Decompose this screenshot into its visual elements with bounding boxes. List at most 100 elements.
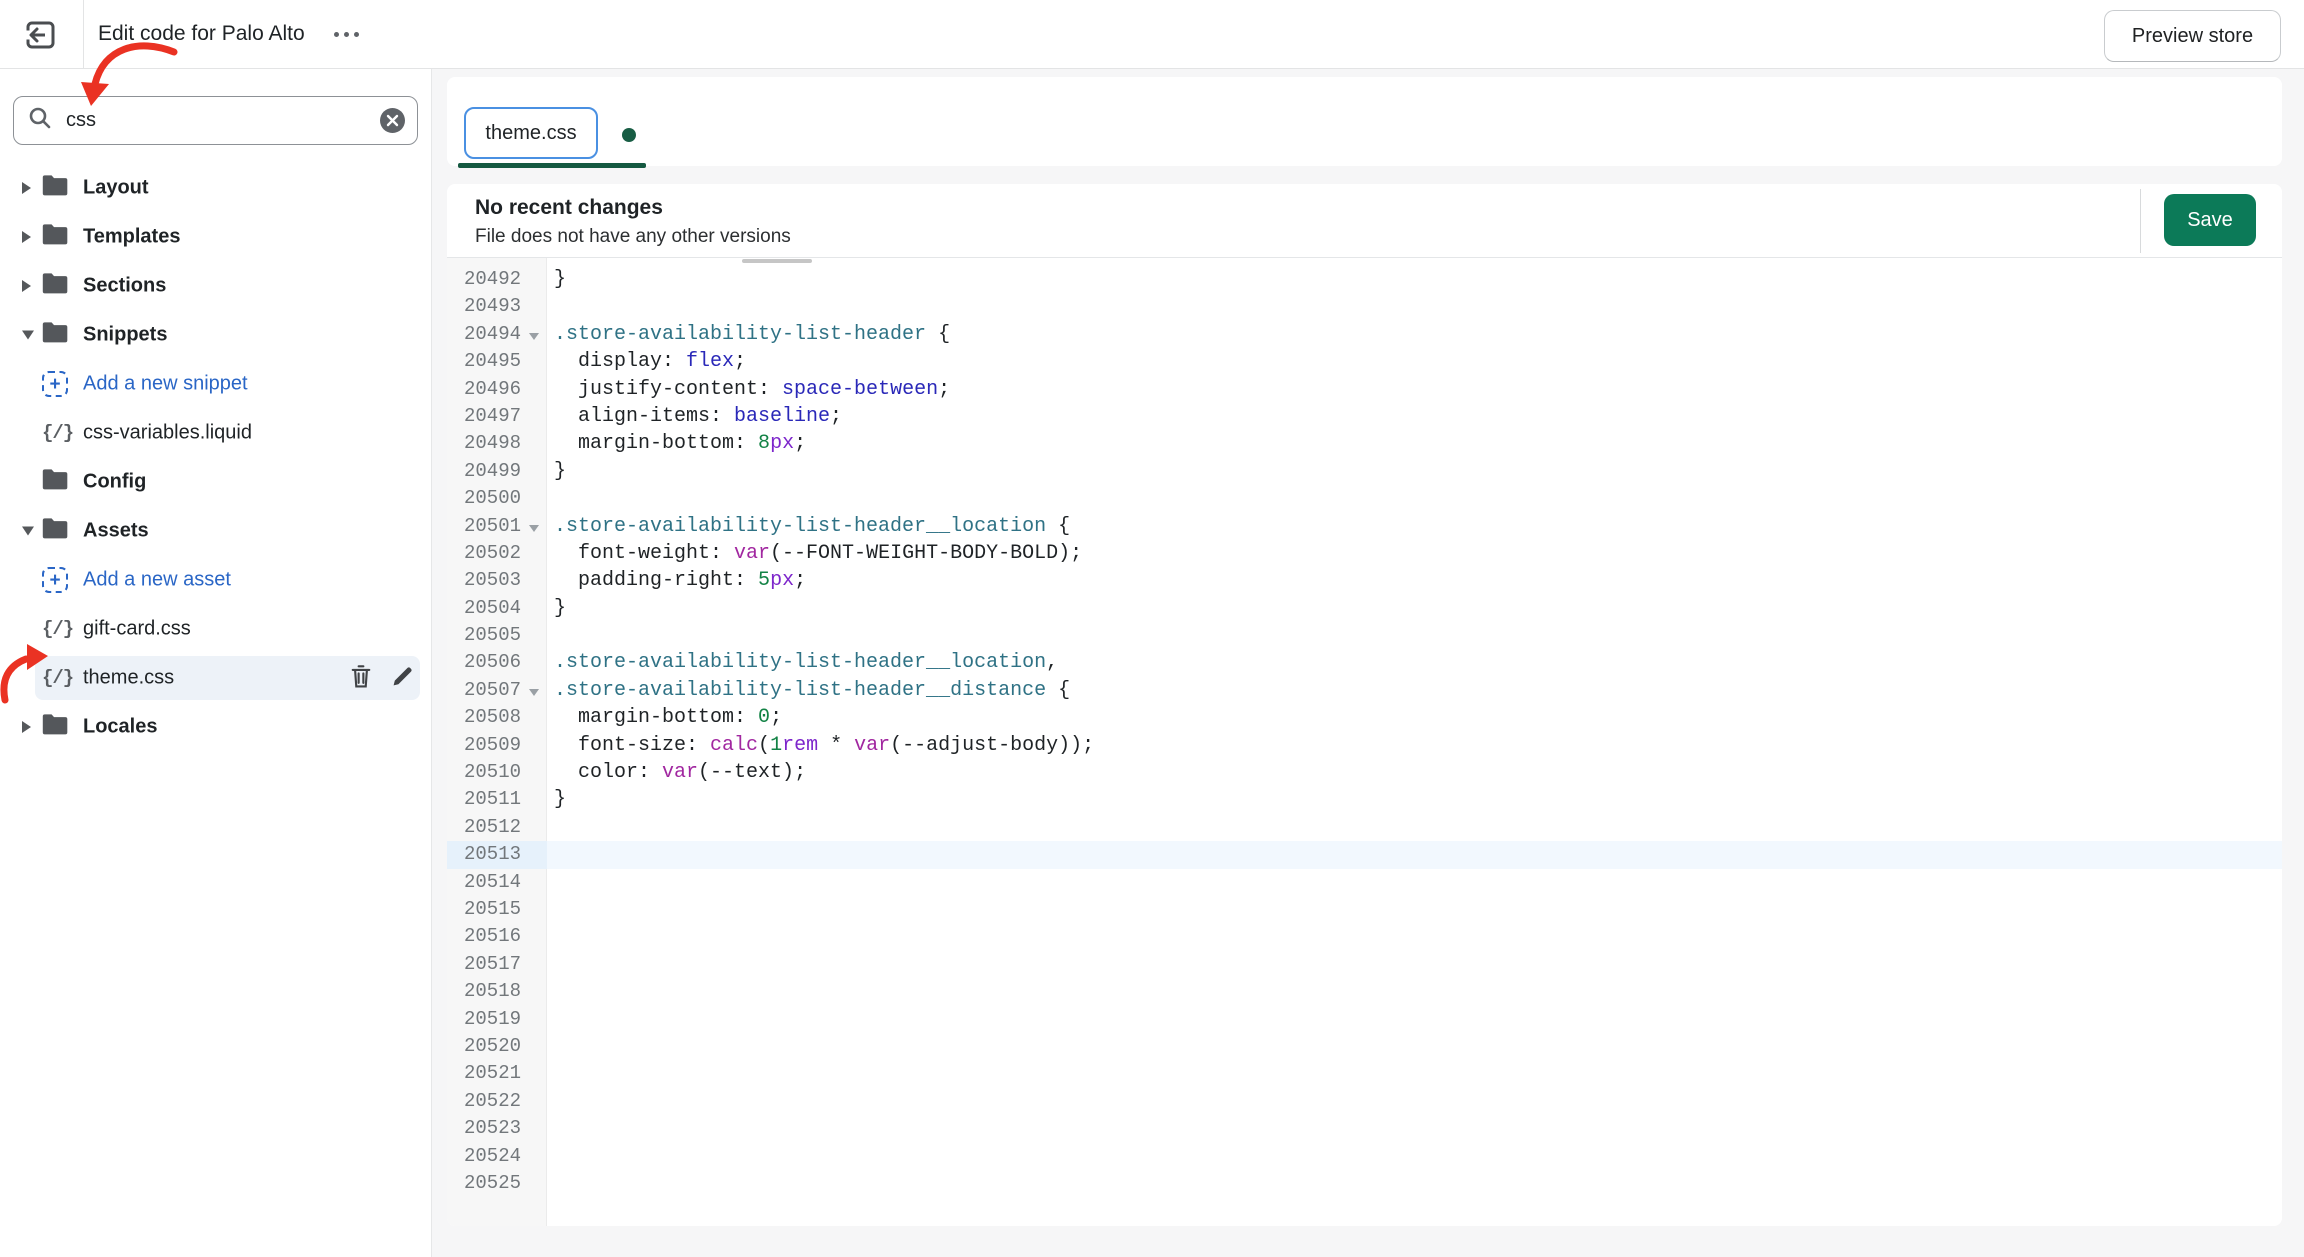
line-number: 20519	[447, 1006, 547, 1033]
tree-item-add-a-new-snippet[interactable]: +Add a new snippet	[0, 362, 431, 406]
code-line[interactable]: 20499}	[447, 458, 2282, 485]
tree-item-sections[interactable]: Sections	[0, 264, 431, 308]
delete-file-button[interactable]	[346, 663, 376, 693]
code-text	[547, 814, 2282, 841]
preview-store-button[interactable]: Preview store	[2104, 10, 2281, 62]
line-number: 20521	[447, 1060, 547, 1087]
tree-item-snippets[interactable]: Snippets	[0, 313, 431, 357]
code-line[interactable]: 20518	[447, 978, 2282, 1005]
tree-item-config[interactable]: Config	[0, 460, 431, 504]
tree-item-label: Templates	[83, 226, 180, 249]
code-line[interactable]: 20513	[447, 841, 2282, 868]
code-text: align-items: baseline;	[547, 403, 2282, 430]
horizontal-scrollbar-thumb[interactable]	[742, 259, 812, 263]
code-line[interactable]: 20503 padding-right: 5px;	[447, 567, 2282, 594]
code-line[interactable]: 20515	[447, 896, 2282, 923]
line-number: 20508	[447, 704, 547, 731]
code-editor[interactable]: 20492}2049320494.store-availability-list…	[447, 258, 2282, 1226]
more-actions-button[interactable]	[326, 22, 366, 46]
line-number: 20524	[447, 1143, 547, 1170]
caret-down-icon[interactable]	[22, 527, 34, 536]
code-line[interactable]: 20495 display: flex;	[447, 348, 2282, 375]
line-number: 20505	[447, 622, 547, 649]
code-text: }	[547, 266, 2282, 293]
dot-icon	[334, 32, 339, 37]
code-line[interactable]: 20516	[447, 923, 2282, 950]
line-number: 20495	[447, 348, 547, 375]
line-number: 20506	[447, 649, 547, 676]
tree-item-add-a-new-asset[interactable]: +Add a new asset	[0, 558, 431, 602]
code-text: padding-right: 5px;	[547, 567, 2282, 594]
code-line[interactable]: 20502 font-weight: var(--FONT-WEIGHT-BOD…	[447, 540, 2282, 567]
code-line[interactable]: 20498 margin-bottom: 8px;	[447, 430, 2282, 457]
code-line[interactable]: 20501.store-availability-list-header__lo…	[447, 513, 2282, 540]
code-line[interactable]: 20505	[447, 622, 2282, 649]
code-text	[547, 1006, 2282, 1033]
line-number: 20492	[447, 266, 547, 293]
caret-right-icon[interactable]	[22, 280, 31, 292]
code-line[interactable]: 20506.store-availability-list-header__lo…	[447, 649, 2282, 676]
caret-right-icon[interactable]	[22, 721, 31, 733]
tree-item-label: Locales	[83, 716, 157, 739]
code-line[interactable]: 20504}	[447, 595, 2282, 622]
code-line[interactable]: 20517	[447, 951, 2282, 978]
fold-caret-icon[interactable]	[529, 689, 539, 696]
tree-item-label: gift-card.css	[83, 618, 191, 641]
line-number: 20493	[447, 293, 547, 320]
line-number: 20500	[447, 485, 547, 512]
tree-item-label: css-variables.liquid	[83, 422, 252, 445]
code-line[interactable]: 20508 margin-bottom: 0;	[447, 704, 2282, 731]
tab-theme-css[interactable]: theme.css	[464, 107, 598, 159]
caret-down-icon[interactable]	[22, 331, 34, 340]
code-line[interactable]: 20512	[447, 814, 2282, 841]
code-line[interactable]: 20510 color: var(--text);	[447, 759, 2282, 786]
tree-item-label: theme.css	[83, 667, 174, 690]
tree-item-label: Layout	[83, 177, 149, 200]
code-line[interactable]: 20525	[447, 1170, 2282, 1197]
file-tree: Layout Templates Sections Snippets +Add a ne…	[0, 166, 431, 754]
code-line[interactable]: 20514	[447, 869, 2282, 896]
line-number: 20497	[447, 403, 547, 430]
code-line[interactable]: 20520	[447, 1033, 2282, 1060]
line-number: 20522	[447, 1088, 547, 1115]
tree-item-assets[interactable]: Assets	[0, 509, 431, 553]
folder-icon	[42, 223, 69, 251]
exit-editor-button[interactable]	[22, 16, 60, 54]
tree-item-locales[interactable]: Locales	[0, 705, 431, 749]
code-line[interactable]: 20497 align-items: baseline;	[447, 403, 2282, 430]
code-line[interactable]: 20496 justify-content: space-between;	[447, 376, 2282, 403]
code-line[interactable]: 20521	[447, 1060, 2282, 1087]
code-line[interactable]: 20507.store-availability-list-header__di…	[447, 677, 2282, 704]
caret-right-icon[interactable]	[22, 182, 31, 194]
rename-file-button[interactable]	[387, 663, 417, 693]
code-file-icon: {/}	[42, 618, 73, 640]
code-line[interactable]: 20509 font-size: calc(1rem * var(--adjus…	[447, 732, 2282, 759]
save-button[interactable]: Save	[2164, 194, 2256, 246]
code-line[interactable]: 20492}	[447, 266, 2282, 293]
code-lines: 20492}2049320494.store-availability-list…	[447, 266, 2282, 1197]
tree-item-theme-css[interactable]: {/}theme.css	[0, 656, 431, 700]
line-number: 20513	[447, 841, 547, 868]
code-line[interactable]: 20500	[447, 485, 2282, 512]
fold-caret-icon[interactable]	[529, 525, 539, 532]
code-text: margin-bottom: 0;	[547, 704, 2282, 731]
search-input[interactable]	[66, 109, 380, 132]
code-line[interactable]: 20493	[447, 293, 2282, 320]
tree-item-gift-card-css[interactable]: {/} gift-card.css	[0, 607, 431, 651]
code-line[interactable]: 20494.store-availability-list-header {	[447, 321, 2282, 348]
caret-right-icon[interactable]	[22, 231, 31, 243]
version-banner: No recent changes File does not have any…	[447, 184, 2282, 258]
tree-item-layout[interactable]: Layout	[0, 166, 431, 210]
code-line[interactable]: 20511}	[447, 786, 2282, 813]
code-line[interactable]: 20523	[447, 1115, 2282, 1142]
search-icon	[28, 106, 52, 135]
tree-item-css-variables-liquid[interactable]: {/}css-variables.liquid	[0, 411, 431, 455]
fold-caret-icon[interactable]	[529, 333, 539, 340]
code-line[interactable]: 20524	[447, 1143, 2282, 1170]
code-line[interactable]: 20522	[447, 1088, 2282, 1115]
clear-search-button[interactable]	[380, 108, 405, 133]
tree-item-templates[interactable]: Templates	[0, 215, 431, 259]
code-text	[547, 869, 2282, 896]
line-number: 20503	[447, 567, 547, 594]
code-line[interactable]: 20519	[447, 1006, 2282, 1033]
